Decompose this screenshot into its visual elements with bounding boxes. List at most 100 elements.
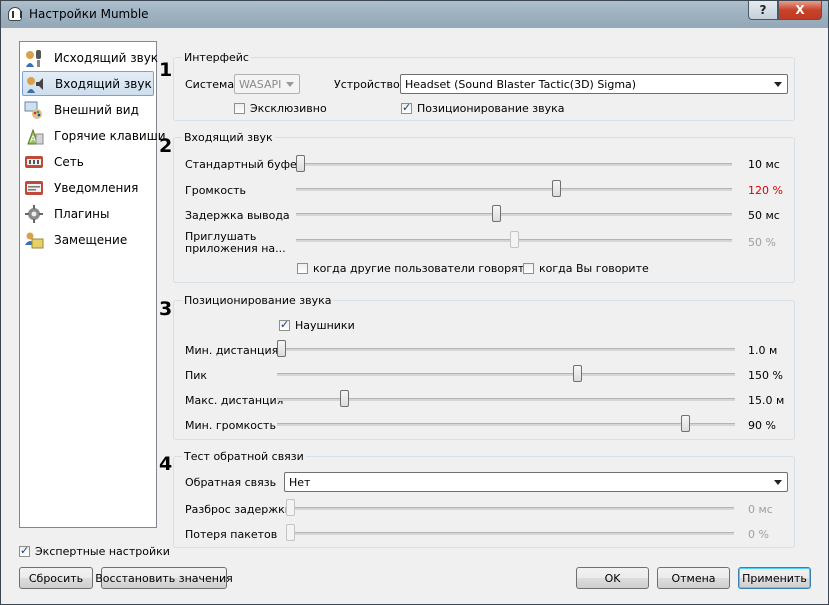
headphones-checkbox[interactable]: Наушники — [279, 318, 355, 332]
sidebar-item-label: Исходящий звук — [54, 50, 159, 65]
loopback-mode-select[interactable]: Нет — [284, 472, 788, 492]
system-select[interactable]: WASAPI — [234, 74, 300, 94]
sidebar-item-outgoing-audio[interactable]: Исходящий звук — [22, 45, 158, 70]
close-button[interactable]: X — [778, 1, 822, 20]
sidebar-item-label: Замещение — [54, 232, 128, 247]
delay-variance-slider[interactable] — [286, 498, 734, 518]
ok-button[interactable]: OK — [576, 567, 649, 589]
chevron-down-icon — [774, 480, 782, 485]
dialog-body: Исходящий звук Входящий звук Внешний вид… — [9, 29, 821, 597]
loopback-mode-value: Нет — [289, 475, 311, 489]
sidebar-item-notifications[interactable]: Уведомления — [22, 175, 154, 200]
chevron-down-icon — [286, 82, 294, 87]
max-distance-label: Макс. дистанция — [185, 394, 284, 407]
packet-loss-slider[interactable] — [286, 523, 734, 543]
slider-thumb[interactable] — [286, 524, 295, 541]
sidebar-item-plugins[interactable]: Плагины — [22, 201, 154, 226]
checkbox-box[interactable] — [523, 263, 534, 274]
plugin-icon — [24, 204, 44, 224]
exclusive-checkbox[interactable]: Эксклюзивно — [234, 102, 327, 115]
min-distance-slider[interactable] — [277, 339, 735, 359]
restore-defaults-button[interactable]: Восстановить значения — [95, 567, 233, 589]
checkbox-box[interactable] — [401, 101, 412, 114]
slider-thumb[interactable] — [573, 365, 582, 382]
apply-button[interactable]: Применить — [738, 567, 811, 589]
loopback-test-group-title: Тест обратной связи — [182, 450, 306, 463]
slider-thumb[interactable] — [492, 205, 501, 222]
slider-groove — [296, 213, 732, 216]
bloom-label: Пик — [185, 369, 208, 382]
bloom-slider[interactable] — [277, 364, 735, 384]
sidebar-item-label: Горячие клавиши — [54, 128, 166, 143]
title-bar[interactable]: Настройки Mumble ? X — [1, 1, 828, 28]
min-distance-value: 1.0 м — [748, 344, 778, 357]
slider-thumb[interactable] — [340, 390, 349, 407]
delay-variance-label: Разброс задержки — [185, 503, 292, 516]
slider-groove — [296, 163, 732, 166]
slider-thumb[interactable] — [277, 340, 286, 357]
expert-settings-label: Экспертные настройки — [35, 545, 170, 558]
section-number-3: 3 — [159, 298, 173, 320]
sidebar-item-network[interactable]: Сеть — [22, 149, 154, 174]
sidebar-item-overlay[interactable]: Замещение — [22, 227, 154, 252]
volume-value: 120 % — [748, 184, 783, 197]
slider-thumb[interactable] — [286, 499, 295, 516]
system-select-value: WASAPI — [239, 77, 282, 91]
device-select-value: Headset (Sound Blaster Tactic(3D) Sigma) — [405, 77, 637, 91]
sidebar-item-label: Сеть — [54, 154, 84, 169]
cancel-button[interactable]: Отмена — [657, 567, 730, 589]
attenuate-others-talk-label: когда другие пользователи говорят — [313, 262, 525, 275]
min-volume-value: 90 % — [748, 419, 776, 432]
default-buffer-value: 10 мс — [748, 158, 780, 171]
min-volume-slider[interactable] — [277, 414, 735, 434]
output-delay-value: 50 мс — [748, 209, 780, 222]
attenuation-slider[interactable] — [296, 230, 732, 250]
packet-loss-label: Потеря пакетов — [185, 528, 278, 541]
sidebar-item-label: Входящий звук — [55, 76, 152, 91]
slider-groove — [277, 348, 735, 351]
device-select[interactable]: Headset (Sound Blaster Tactic(3D) Sigma) — [400, 74, 788, 94]
incoming-audio-group-title: Входящий звук — [182, 131, 275, 144]
palette-icon — [24, 100, 44, 120]
slider-thumb[interactable] — [552, 180, 561, 197]
slider-thumb[interactable] — [296, 155, 305, 172]
attenuate-others-talk-checkbox[interactable]: когда другие пользователи говорят — [297, 262, 524, 275]
incoming-audio-group: Входящий звук Стандартный буфер 10 мс Гр… — [173, 131, 795, 283]
positional-audio-group-title: Позиционирование звука — [182, 294, 334, 307]
positional-audio-checkbox[interactable]: Позиционирование звука — [401, 101, 564, 115]
system-label: Система — [185, 78, 235, 91]
settings-category-list[interactable]: Исходящий звук Входящий звук Внешний вид… — [19, 41, 166, 528]
max-distance-slider[interactable] — [277, 389, 735, 409]
sidebar-item-label: Плагины — [54, 206, 110, 221]
checkbox-box[interactable] — [234, 103, 245, 114]
exclusive-label: Эксклюзивно — [250, 102, 327, 115]
slider-groove — [286, 507, 734, 510]
network-icon — [24, 152, 44, 172]
checkbox-box[interactable] — [19, 544, 30, 557]
sidebar-item-shortcuts[interactable]: A Горячие клавиши — [22, 123, 166, 148]
default-buffer-slider[interactable] — [296, 154, 732, 174]
slider-groove — [296, 188, 732, 191]
positional-audio-group: Позиционирование звука Наушники Мин. дис… — [173, 294, 795, 440]
help-button[interactable]: ? — [748, 1, 778, 20]
reset-button[interactable]: Сбросить — [19, 567, 93, 589]
checkbox-box[interactable] — [279, 318, 290, 331]
slider-groove — [277, 423, 735, 426]
sidebar-item-label: Внешний вид — [54, 102, 139, 117]
expert-settings-checkbox[interactable]: Экспертные настройки — [19, 544, 170, 558]
slider-thumb[interactable] — [681, 415, 690, 432]
sidebar-item-appearance[interactable]: Внешний вид — [22, 97, 154, 122]
device-label: Устройство — [334, 78, 400, 91]
output-delay-label: Задержка вывода — [185, 209, 290, 222]
attenuation-value: 50 % — [748, 236, 776, 249]
loopback-mode-label: Обратная связь — [185, 476, 277, 489]
volume-slider[interactable] — [296, 179, 732, 199]
attenuate-label-line2: приложения на... — [185, 242, 286, 255]
output-delay-slider[interactable] — [296, 204, 732, 224]
section-number-4: 4 — [159, 453, 173, 475]
headphones-label: Наушники — [295, 319, 355, 332]
sidebar-item-incoming-audio[interactable]: Входящий звук — [22, 71, 154, 96]
checkbox-box[interactable] — [297, 263, 308, 274]
slider-thumb[interactable] — [510, 231, 519, 248]
attenuate-you-talk-checkbox[interactable]: когда Вы говорите — [523, 262, 649, 275]
